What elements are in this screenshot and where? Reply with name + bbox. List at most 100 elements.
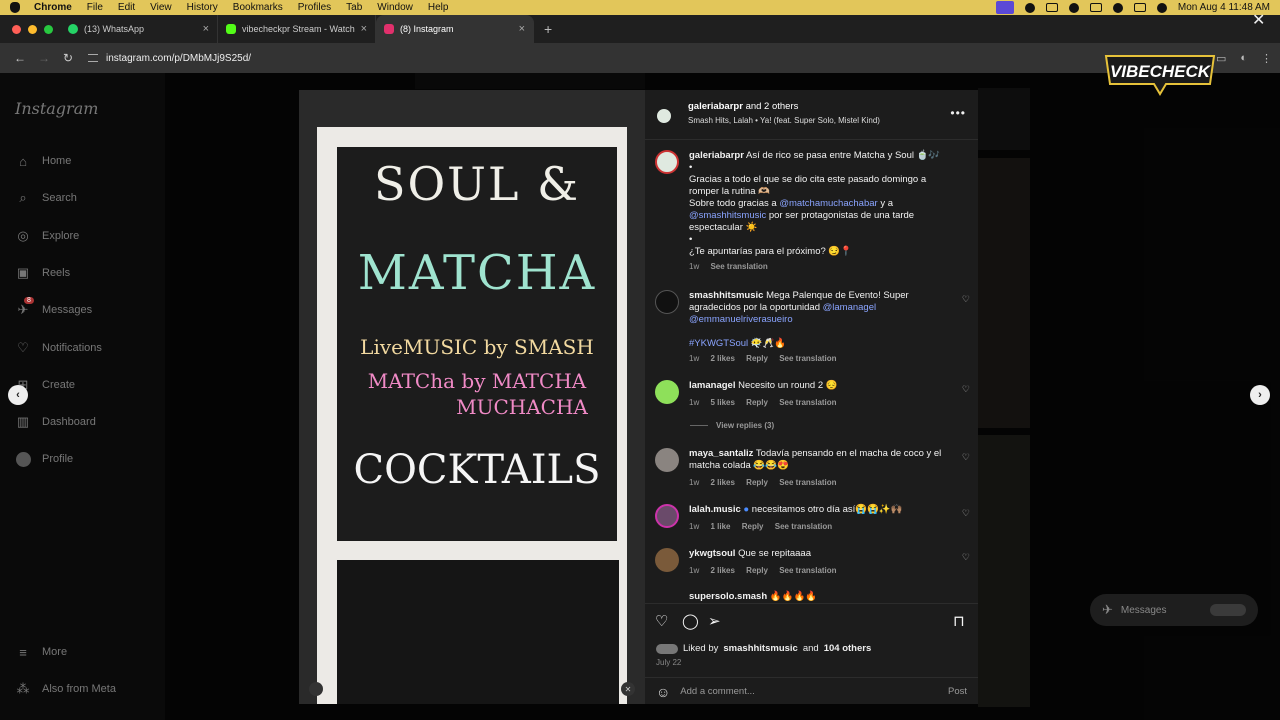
mention-link[interactable]: @emmanuelriverasueiro bbox=[689, 314, 793, 325]
comment-likes[interactable]: 2 likes bbox=[710, 566, 734, 575]
screen-record-icon[interactable] bbox=[995, 1, 1014, 14]
close-tab-icon[interactable]: × bbox=[361, 23, 367, 35]
sidebar-item-notifications[interactable]: ♡ Notifications bbox=[15, 340, 102, 356]
sidebar-item-reels[interactable]: ▣ Reels bbox=[15, 265, 70, 281]
menu-view[interactable]: View bbox=[150, 2, 172, 13]
like-comment-icon[interactable]: ♡ bbox=[962, 508, 970, 519]
comment-user[interactable]: smashhitsmusic bbox=[689, 290, 763, 301]
commenter-avatar[interactable] bbox=[655, 290, 679, 314]
share-icon[interactable]: ➢ bbox=[708, 612, 721, 630]
kebab-menu-icon[interactable]: ⋮ bbox=[1261, 52, 1272, 65]
author-username[interactable]: galeriabarpr bbox=[688, 101, 743, 112]
maximize-window-button[interactable] bbox=[44, 24, 53, 34]
timestamp[interactable]: 1w bbox=[689, 354, 699, 363]
sidebar-item-home[interactable]: ⌂ Home bbox=[15, 153, 71, 169]
url-field[interactable]: instagram.com/p/DMbMJj9S25d/ bbox=[88, 53, 251, 64]
comment-user[interactable]: maya_santaliz bbox=[689, 448, 753, 459]
site-settings-icon[interactable] bbox=[88, 54, 98, 62]
bluetooth-icon[interactable] bbox=[1045, 3, 1058, 12]
view-replies-button[interactable]: View replies (3) bbox=[716, 421, 774, 430]
commenter-avatar[interactable] bbox=[655, 380, 679, 404]
commenter-avatar[interactable] bbox=[655, 504, 679, 528]
extensions-icon[interactable]: ◐ bbox=[1240, 52, 1247, 64]
reply-button[interactable]: Reply bbox=[746, 398, 768, 407]
mention-link[interactable]: @matchamuchachabar bbox=[779, 198, 877, 209]
play-icon[interactable] bbox=[1024, 2, 1035, 13]
comment-user[interactable]: lalah.music bbox=[689, 504, 741, 515]
sidebar-item-search[interactable]: ⌕ Search bbox=[15, 190, 77, 206]
mention-link[interactable]: @lamanagel bbox=[823, 302, 876, 313]
menu-window[interactable]: Window bbox=[377, 2, 413, 13]
sidebar-item-profile[interactable]: Profile bbox=[15, 451, 73, 467]
reload-button[interactable]: ↻ bbox=[56, 51, 80, 65]
comment-likes[interactable]: 2 likes bbox=[710, 354, 734, 363]
menu-profiles[interactable]: Profiles bbox=[298, 2, 331, 13]
menu-app[interactable]: Chrome bbox=[34, 2, 72, 13]
collaborators-label[interactable]: and 2 others bbox=[746, 101, 799, 112]
menu-bookmarks[interactable]: Bookmarks bbox=[233, 2, 283, 13]
timestamp[interactable]: 1w bbox=[689, 262, 699, 271]
reply-button[interactable]: Reply bbox=[746, 478, 768, 487]
tab-instagram[interactable]: (8) Instagram × bbox=[376, 15, 534, 43]
timestamp[interactable]: 1w bbox=[689, 522, 699, 531]
back-button[interactable]: ← bbox=[8, 51, 32, 65]
post-media[interactable]: SOUL & MATCHA LiveMUSIC by SMASH MATCha … bbox=[299, 90, 645, 704]
see-translation-button[interactable]: See translation bbox=[779, 354, 836, 363]
menu-file[interactable]: File bbox=[87, 2, 103, 13]
control-center-icon[interactable] bbox=[1133, 3, 1146, 12]
timestamp[interactable]: 1w bbox=[689, 398, 699, 407]
comment-likes[interactable]: 1 like bbox=[710, 522, 730, 531]
like-icon[interactable]: ♡ bbox=[655, 612, 668, 630]
sidebar-item-messages[interactable]: ✈ 8 Messages bbox=[15, 297, 92, 318]
see-translation-button[interactable]: See translation bbox=[779, 478, 836, 487]
menu-history[interactable]: History bbox=[187, 2, 218, 13]
reply-button[interactable]: Reply bbox=[742, 522, 764, 531]
mute-icon[interactable]: ✕ bbox=[621, 682, 635, 696]
timestamp[interactable]: 1w bbox=[689, 566, 699, 575]
mention-link[interactable]: @smashhitsmusic bbox=[689, 210, 766, 221]
wifi-icon[interactable] bbox=[1112, 2, 1123, 13]
audio-track[interactable]: Smash Hits, Lalah • Ya! (feat. Super Sol… bbox=[688, 116, 880, 125]
instagram-logo[interactable]: Instagram bbox=[15, 99, 98, 118]
likes-summary[interactable]: Liked by smashhitsmusic and 104 others bbox=[656, 643, 871, 654]
messages-pill[interactable]: ✈ Messages bbox=[1090, 594, 1258, 626]
like-comment-icon[interactable]: ♡ bbox=[962, 384, 970, 395]
menu-edit[interactable]: Edit bbox=[118, 2, 135, 13]
close-tab-icon[interactable]: × bbox=[203, 23, 209, 35]
post-date[interactable]: July 22 bbox=[656, 658, 681, 667]
see-translation-button[interactable]: See translation bbox=[710, 262, 767, 271]
comment-user[interactable]: supersolo.smash bbox=[689, 591, 767, 602]
comment-likes[interactable]: 5 likes bbox=[710, 398, 734, 407]
hashtag-link[interactable]: #YKWGTSoul 😶‍🌫️🥂🔥 bbox=[689, 338, 786, 349]
tab-whatsapp[interactable]: (13) WhatsApp × bbox=[60, 15, 218, 43]
menu-help[interactable]: Help bbox=[428, 2, 449, 13]
post-author[interactable]: galeriabarpr and 2 others bbox=[688, 101, 798, 112]
more-options-icon[interactable]: ••• bbox=[950, 106, 966, 120]
commenter-avatar[interactable] bbox=[655, 448, 679, 472]
commenter-avatar[interactable] bbox=[655, 548, 679, 572]
comment-icon[interactable]: ◯ bbox=[682, 612, 699, 630]
menu-tab[interactable]: Tab bbox=[346, 2, 362, 13]
post-comment-button[interactable]: Post bbox=[948, 686, 967, 697]
sidebar-item-more[interactable]: ≡ More bbox=[15, 644, 67, 660]
next-post-arrow-icon[interactable]: › bbox=[1250, 385, 1270, 405]
liked-others-count[interactable]: 104 others bbox=[824, 643, 872, 654]
emoji-icon[interactable]: ☺ bbox=[656, 684, 670, 700]
like-comment-icon[interactable]: ♡ bbox=[962, 552, 970, 563]
sidebar-item-explore[interactable]: ◎ Explore bbox=[15, 228, 79, 244]
liked-by-user[interactable]: smashhitsmusic bbox=[723, 643, 797, 654]
author-avatar[interactable] bbox=[655, 107, 673, 125]
close-window-button[interactable] bbox=[12, 24, 21, 34]
tab-kick[interactable]: vibecheckpr Stream - Watch × bbox=[218, 15, 376, 43]
new-tab-button[interactable]: + bbox=[544, 21, 552, 37]
close-tab-icon[interactable]: × bbox=[519, 23, 525, 35]
reply-button[interactable]: Reply bbox=[746, 354, 768, 363]
url-text[interactable]: instagram.com/p/DMbMJj9S25d/ bbox=[106, 53, 251, 64]
sidebar-item-also-meta[interactable]: ⁂ Also from Meta bbox=[15, 681, 116, 697]
like-comment-icon[interactable]: ♡ bbox=[962, 452, 970, 463]
apple-icon[interactable] bbox=[10, 2, 20, 13]
sidebar-item-dashboard[interactable]: ▥ Dashboard bbox=[15, 414, 96, 430]
battery-icon[interactable] bbox=[1089, 3, 1102, 12]
comment-input[interactable]: Add a comment... bbox=[680, 686, 754, 697]
see-translation-button[interactable]: See translation bbox=[775, 522, 832, 531]
